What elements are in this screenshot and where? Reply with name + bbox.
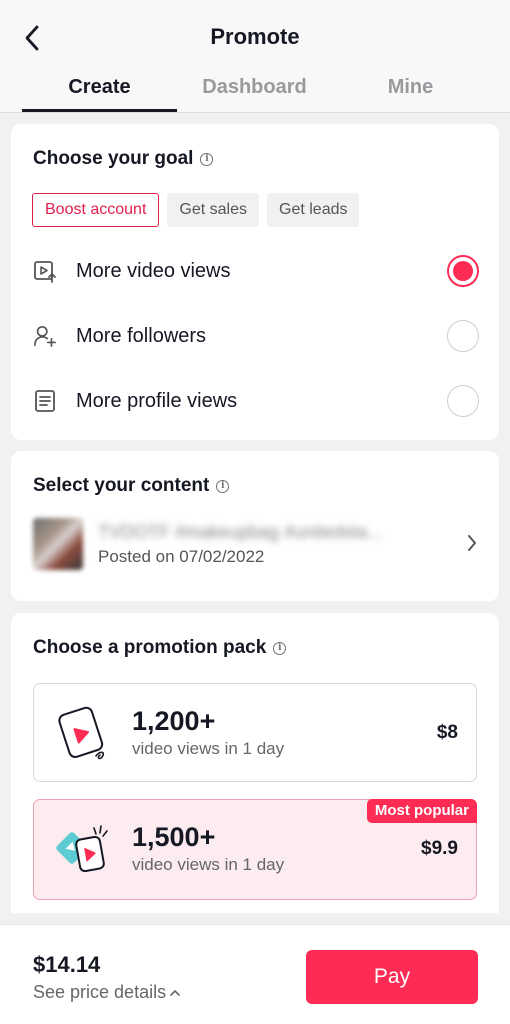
pack-views-count: 1,500+: [132, 822, 216, 852]
option-more-profile-views[interactable]: More profile views: [33, 381, 479, 421]
option-more-followers[interactable]: More followers: [33, 316, 479, 356]
content-section-header: Select your content i: [33, 475, 230, 497]
video-thumbnail: [33, 518, 83, 570]
pack-views-subtitle: video views in 1 day: [132, 855, 285, 874]
video-cards-icon: [56, 825, 108, 873]
radio-unselected[interactable]: [447, 385, 479, 417]
goal-section-header: Choose your goal i: [33, 148, 214, 170]
pack-price: $8: [436, 722, 458, 743]
video-play-icon: [33, 259, 57, 283]
tab-create[interactable]: Create: [22, 72, 177, 112]
most-popular-badge: Most popular: [366, 799, 477, 823]
goal-title: Choose your goal: [33, 148, 194, 169]
content-card[interactable]: Select your content i TVDOTF #makeupbag …: [11, 451, 499, 601]
top-bar: Promote Create Dashboard Mine: [0, 0, 510, 113]
chip-boost-account[interactable]: Boost account: [32, 193, 160, 227]
info-icon[interactable]: i: [200, 152, 214, 166]
pack-option-1200[interactable]: 1,200+ video views in 1 day $8: [33, 683, 477, 782]
see-price-details-link[interactable]: See price details: [33, 982, 181, 1003]
option-more-video-views[interactable]: More video views: [33, 251, 479, 291]
tab-dashboard[interactable]: Dashboard: [177, 72, 332, 112]
chip-get-sales[interactable]: Get sales: [167, 193, 259, 227]
radio-selected[interactable]: [447, 255, 479, 287]
chevron-right-icon: [468, 535, 476, 551]
pack-option-1500[interactable]: Most popular 1,500+ video views in 1 day…: [33, 799, 477, 900]
pack-price: $9.9: [421, 838, 458, 859]
add-user-icon: [33, 324, 57, 348]
pack-title: Choose a promotion pack: [33, 637, 267, 658]
posted-date: Posted on 07/02/2022: [98, 547, 265, 566]
option-label: More profile views: [76, 389, 238, 412]
goal-card: Choose your goal i Boost account Get sal…: [11, 124, 499, 440]
promotion-pack-card: Choose a promotion pack i 1,200+ video v…: [11, 613, 499, 913]
option-label: More followers: [76, 324, 207, 347]
checkout-bar: $14.14 See price details Pay: [0, 924, 510, 1024]
total-price: $14.14: [33, 952, 101, 977]
chevron-up-icon: [170, 989, 180, 996]
pay-button[interactable]: Pay: [306, 950, 478, 1004]
tab-bar: Create Dashboard Mine: [0, 72, 510, 112]
chip-get-leads[interactable]: Get leads: [267, 193, 360, 227]
pack-views-subtitle: video views in 1 day: [132, 739, 285, 758]
radio-unselected[interactable]: [447, 320, 479, 352]
profile-document-icon: [33, 389, 57, 413]
content-title: Select your content: [33, 475, 210, 496]
info-icon[interactable]: i: [273, 641, 287, 655]
details-label: See price details: [33, 982, 167, 1002]
video-card-icon: [58, 706, 105, 760]
page-title: Promote: [210, 24, 300, 49]
info-icon[interactable]: i: [216, 479, 230, 493]
active-tab-indicator: [22, 109, 177, 112]
option-label: More video views: [76, 259, 231, 282]
pack-section-header: Choose a promotion pack i: [33, 637, 287, 659]
pack-views-count: 1,200+: [132, 706, 216, 736]
goal-chip-group: Boost account Get sales Get leads: [32, 193, 360, 227]
tab-mine[interactable]: Mine: [333, 72, 488, 112]
video-caption: TVDOTF #makeupbag #unitedsta...: [98, 522, 383, 542]
